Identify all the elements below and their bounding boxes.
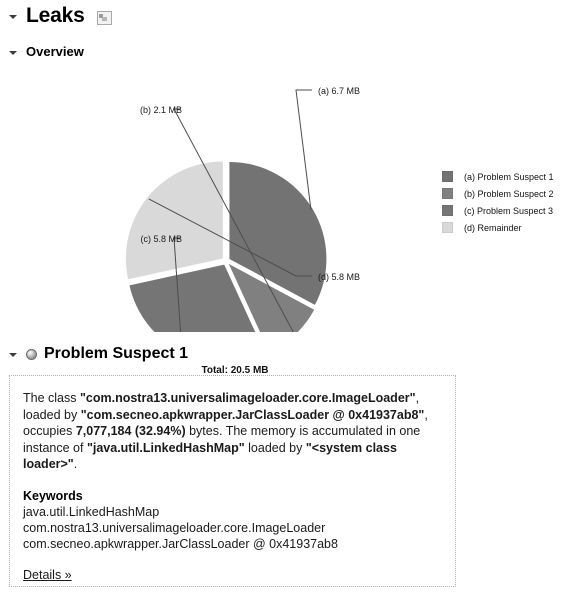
legend-swatch-b (442, 188, 453, 199)
problem-suspect-title: Problem Suspect 1 (44, 345, 189, 362)
pie-slice-label: (d) 5.8 MB (318, 272, 360, 282)
chevron-down-icon[interactable] (8, 349, 19, 360)
legend-item[interactable]: (d) Remainder (442, 219, 554, 236)
legend-label-c: (c) Problem Suspect 3 (464, 205, 554, 216)
chevron-down-icon[interactable] (8, 47, 19, 58)
page-title: Leaks (26, 4, 85, 27)
legend-item[interactable]: (b) Problem Suspect 2 (442, 185, 554, 202)
desc-instance-class: "java.util.LinkedHashMap" (86, 440, 245, 455)
details-link[interactable]: Details » (23, 568, 72, 582)
pie-slice[interactable] (125, 161, 223, 280)
pie-slice-label: (b) 2.1 MB (140, 105, 182, 115)
legend-label-d: (d) Remainder (464, 222, 522, 233)
overview-section-header[interactable]: Overview (8, 44, 84, 60)
legend-swatch-a (442, 171, 453, 182)
chart-legend: (a) Problem Suspect 1 (b) Problem Suspec… (442, 168, 554, 236)
desc-part-5: loaded by (244, 440, 306, 455)
keywords-heading: Keywords (23, 488, 83, 503)
pie-slice-label: (a) 6.7 MB (318, 86, 360, 96)
desc-class-name: "com.nostra13.universalimageloader.core.… (79, 391, 416, 405)
legend-item[interactable]: (c) Problem Suspect 3 (442, 202, 554, 219)
sphere-bullet-icon (26, 348, 37, 360)
leaks-section-header[interactable]: Leaks (8, 4, 112, 28)
pie-slices[interactable] (125, 161, 327, 332)
export-image-icon[interactable] (96, 11, 112, 25)
legend-item[interactable]: (a) Problem Suspect 1 (442, 168, 554, 185)
desc-part-6: . (73, 457, 78, 471)
suspect-description-text: The class "com.nostra13.universalimagelo… (23, 390, 442, 473)
problem-suspect-description-panel: The class "com.nostra13.universalimagelo… (9, 375, 456, 587)
pie-slice-label: (c) 5.8 MB (140, 234, 182, 244)
keyword-item: com.nostra13.universalimageloader.core.I… (23, 520, 326, 535)
overview-title: Overview (26, 44, 84, 59)
legend-label-b: (b) Problem Suspect 2 (464, 188, 554, 199)
keyword-item: com.secneo.apkwrapper.JarClassLoader @ 0… (23, 536, 338, 551)
problem-suspect-section-header[interactable]: Problem Suspect 1 (8, 344, 188, 364)
legend-label-a: (a) Problem Suspect 1 (464, 171, 554, 182)
chevron-down-icon[interactable] (8, 11, 19, 22)
legend-swatch-c (442, 205, 453, 216)
desc-part-1: The class (23, 391, 80, 405)
desc-bytes: 7,077,184 (32.94%) (75, 424, 186, 438)
legend-swatch-d (442, 222, 453, 233)
desc-loader-name: "com.secneo.apkwrapper.JarClassLoader @ … (80, 407, 425, 422)
keyword-item: java.util.LinkedHashMap (23, 504, 160, 519)
